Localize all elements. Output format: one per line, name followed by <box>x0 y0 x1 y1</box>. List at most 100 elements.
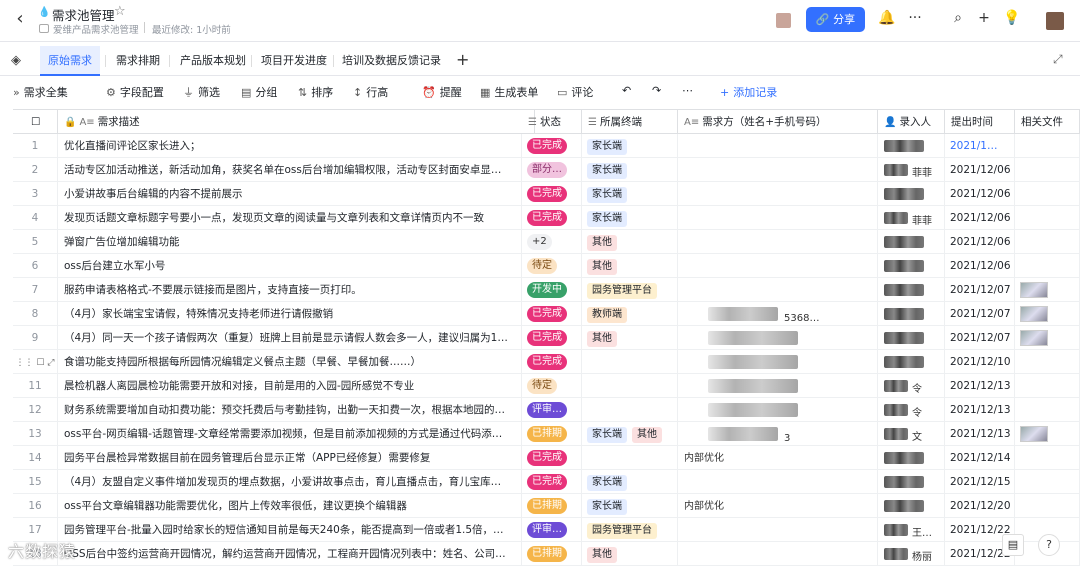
plus-icon[interactable]: + <box>975 10 993 26</box>
terminal-cell[interactable] <box>582 350 678 374</box>
requirement-description[interactable]: 弹窗广告位增加编辑功能 <box>58 230 522 254</box>
submit-time[interactable]: 2021/12/07 <box>945 278 1015 302</box>
requirement-description[interactable]: 晨检机器人离园晨检功能需要开放和对接，目前是用的入园-园所感觉不专业 <box>58 374 522 398</box>
status-cell[interactable]: 已完成 <box>522 302 582 326</box>
terminal-cell[interactable]: 家长端 <box>582 134 678 158</box>
collaborator-avatar[interactable] <box>776 13 791 28</box>
submit-time[interactable]: 2021/12/06 <box>945 182 1015 206</box>
requester-cell[interactable] <box>678 374 878 398</box>
requirement-description[interactable]: 食谱功能支持园所根据每所园情况编辑定义餐点主题（早餐、早餐加餐……） <box>58 350 522 374</box>
submit-time[interactable]: 2021/1… <box>945 134 1015 158</box>
requirement-description[interactable]: 优化直播间评论区家长进入； <box>58 134 522 158</box>
requirement-description[interactable]: oss后台建立水军小号 <box>58 254 522 278</box>
add-record-button[interactable]: + 添加记录 <box>720 84 777 100</box>
creator-cell[interactable] <box>878 446 945 470</box>
submit-time[interactable]: 2021/12/07 <box>945 302 1015 326</box>
requirement-description[interactable]: 发现页话题文章标题字号要小一点，发现页文章的阅读量与文章列表和文章详情页内不一致 <box>58 206 522 230</box>
column-header-files[interactable]: 相关文件 <box>1015 110 1080 134</box>
remind-button[interactable]: ⏰ 提醒 <box>422 84 462 100</box>
table-row[interactable]: 15 （4月）友盟自定义事件增加发现页的埋点数据，小爱讲故事点击，育儿直播点击，育… <box>13 470 1080 494</box>
terminal-cell[interactable]: 家长端 <box>582 494 678 518</box>
files-cell[interactable] <box>1015 230 1080 254</box>
submit-time[interactable]: 2021/12/06 <box>945 206 1015 230</box>
status-cell[interactable]: 已完成 <box>522 326 582 350</box>
view-all-button[interactable]: » 需求全集 <box>13 84 68 100</box>
table-row[interactable]: 17 园务管理平台-批量入园时给家长的短信通知目前是每天240条，能否提高到一倍或… <box>13 518 1080 542</box>
creator-cell[interactable]: 令 <box>878 374 945 398</box>
submit-time[interactable]: 2021/12/20 <box>945 494 1015 518</box>
requirement-description[interactable]: oss平台-网页编辑-话题管理-文章经常需要添加视频，但是目前添加视频的方式是通… <box>58 422 522 446</box>
breadcrumb[interactable]: 爱维产品需求池管理 <box>53 22 139 36</box>
column-header-requester[interactable]: A≡ 需求方（姓名+手机号码） <box>678 110 878 134</box>
status-cell[interactable]: 已完成 <box>522 206 582 230</box>
requester-cell[interactable] <box>678 398 878 422</box>
files-cell[interactable] <box>1015 326 1080 350</box>
field-config-button[interactable]: ⚙ 字段配置 <box>106 84 164 100</box>
table-row[interactable]: 18 OSS后台中签约运营商开园情况，解约运营商开园情况，工程商开园情况列表中：姓… <box>13 542 1080 566</box>
add-tab-icon[interactable]: + <box>456 50 469 69</box>
requirement-description[interactable]: 活动专区加活动推送，新活动加角，获奖名单在oss后台增加编辑权限，活动专区封面安… <box>58 158 522 182</box>
submit-time[interactable]: 2021/12/10 <box>945 350 1015 374</box>
submit-time[interactable]: 2021/12/06 <box>945 230 1015 254</box>
layers-icon[interactable]: ◈ <box>11 53 21 68</box>
star-icon[interactable]: ☆ <box>114 4 126 19</box>
creator-cell[interactable] <box>878 326 945 350</box>
requirement-description[interactable]: 财务系统需要增加自动扣费功能：预交托费后与考勤挂钩，出勤一天扣费一次，根据本地园… <box>58 398 522 422</box>
requester-cell[interactable] <box>678 158 878 182</box>
column-header-creator[interactable]: 👤 录入人 <box>878 110 945 134</box>
column-header-terminal[interactable]: ☰ 所属终端 <box>582 110 678 134</box>
back-icon[interactable]: ‹ <box>10 9 30 29</box>
status-cell[interactable]: 评审… <box>522 518 582 542</box>
requester-cell[interactable] <box>678 350 878 374</box>
requester-cell[interactable] <box>678 278 878 302</box>
files-cell[interactable] <box>1015 254 1080 278</box>
status-cell[interactable]: +2 <box>522 230 582 254</box>
files-cell[interactable] <box>1015 278 1080 302</box>
requirement-description[interactable]: 园务管理平台-批量入园时给家长的短信通知目前是每天240条，能否提高到一倍或者1… <box>58 518 522 542</box>
files-cell[interactable] <box>1015 350 1080 374</box>
comment-button[interactable]: ▭ 评论 <box>557 84 593 100</box>
table-row[interactable]: 9 （4月）同一天一个孩子请假两次（重复）班牌上目前是显示请假人数会多一人，建议归… <box>13 326 1080 350</box>
creator-cell[interactable]: 杨丽 <box>878 542 945 566</box>
terminal-cell[interactable]: 家长端 <box>582 182 678 206</box>
files-cell[interactable] <box>1015 470 1080 494</box>
requirement-description[interactable]: （4月）友盟自定义事件增加发现页的埋点数据，小爱讲故事点击，育儿直播点击，育儿宝… <box>58 470 522 494</box>
requester-cell[interactable] <box>678 326 878 350</box>
status-cell[interactable]: 开发中 <box>522 278 582 302</box>
status-cell[interactable]: 已完成 <box>522 182 582 206</box>
table-row[interactable]: 2 活动专区加活动推送，新活动加角，获奖名单在oss后台增加编辑权限，活动专区封面… <box>13 158 1080 182</box>
terminal-cell[interactable]: 教师端 <box>582 302 678 326</box>
tab-original-requirements[interactable]: 原始需求 <box>40 46 100 76</box>
status-cell[interactable]: 已完成 <box>522 350 582 374</box>
requester-cell[interactable] <box>678 542 878 566</box>
more-tools-icon[interactable]: ⋯ <box>682 84 693 97</box>
table-row[interactable]: 6 oss后台建立水军小号 待定 其他 2021/12/06 <box>13 254 1080 278</box>
user-avatar[interactable] <box>1046 12 1064 30</box>
table-row[interactable]: 12 财务系统需要增加自动扣费功能：预交托费后与考勤挂钩，出勤一天扣费一次，根据本… <box>13 398 1080 422</box>
group-button[interactable]: ▤ 分组 <box>241 84 277 100</box>
terminal-cell[interactable]: 其他 <box>582 254 678 278</box>
more-icon[interactable]: ··· <box>906 10 924 26</box>
table-row[interactable]: 1 优化直播间评论区家长进入； 已完成 家长端 2021/1… <box>13 134 1080 158</box>
submit-time[interactable]: 2021/12/06 <box>945 254 1015 278</box>
status-cell[interactable]: 待定 <box>522 254 582 278</box>
sort-button[interactable]: ⇅ 排序 <box>298 84 333 100</box>
requester-cell[interactable]: 3 <box>678 422 878 446</box>
file-thumbnail[interactable] <box>1020 330 1048 346</box>
requester-cell[interactable] <box>678 254 878 278</box>
requester-cell[interactable] <box>678 134 878 158</box>
status-cell[interactable]: 已排期 <box>522 542 582 566</box>
terminal-cell[interactable]: 家长端 <box>582 158 678 182</box>
terminal-cell[interactable] <box>582 398 678 422</box>
creator-cell[interactable] <box>878 494 945 518</box>
creator-cell[interactable]: 菲菲 <box>878 206 945 230</box>
form-button[interactable]: ▦ 生成表单 <box>480 84 538 100</box>
submit-time[interactable]: 2021/12/13 <box>945 398 1015 422</box>
row-hover-tools-icon[interactable]: ⋮⋮ ☐ ⤢ <box>16 358 55 368</box>
terminal-cell[interactable]: 其他 <box>582 230 678 254</box>
submit-time[interactable]: 2021/12/13 <box>945 422 1015 446</box>
creator-cell[interactable]: 文 <box>878 422 945 446</box>
files-cell[interactable] <box>1015 374 1080 398</box>
requester-cell[interactable] <box>678 182 878 206</box>
creator-cell[interactable]: 王… <box>878 518 945 542</box>
